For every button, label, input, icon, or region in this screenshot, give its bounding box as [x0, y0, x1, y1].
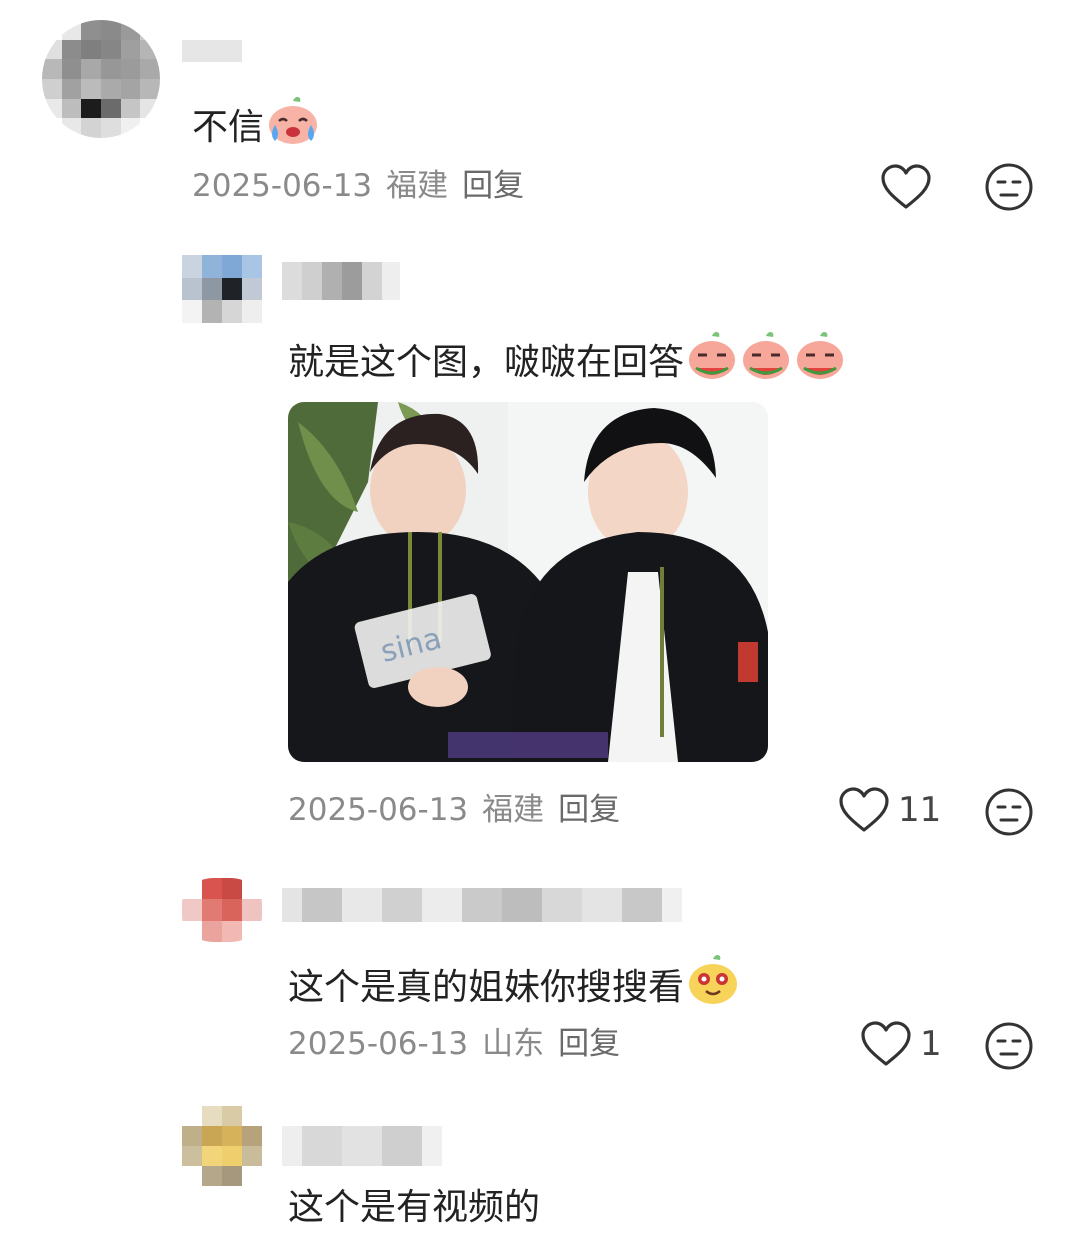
comment-meta: 2025-06-13 福建 回复 — [288, 790, 620, 830]
avatar-blurred[interactable] — [182, 255, 262, 323]
reply-button[interactable]: 回复 — [558, 1026, 620, 1062]
crying-peach-emoji — [266, 95, 320, 156]
comment-date: 2025-06-13 — [288, 792, 469, 828]
neutral-face-icon — [984, 1021, 1034, 1071]
username-blurred[interactable] — [182, 40, 242, 62]
like-count: 1 — [920, 1024, 942, 1064]
dislike-button[interactable] — [984, 162, 1034, 212]
like-count: 11 — [898, 790, 942, 830]
avatar-blurred[interactable] — [182, 878, 262, 942]
neutral-face-icon — [984, 162, 1034, 212]
heart-icon — [838, 786, 890, 834]
neutral-face-icon — [984, 787, 1034, 837]
like-button[interactable]: 11 — [838, 786, 941, 834]
comment-text: 不信 — [192, 95, 320, 156]
username-blurred[interactable] — [282, 262, 400, 300]
comment-text: 这个是有视频的 — [288, 1187, 541, 1228]
watermelon-peach-emoji — [740, 330, 792, 391]
comment-location: 福建 — [482, 792, 545, 828]
username-blurred[interactable] — [282, 1126, 442, 1166]
avatar-blurred[interactable] — [182, 1106, 262, 1186]
like-button[interactable] — [880, 163, 932, 211]
watermelon-peach-emoji — [794, 330, 846, 391]
reply-button[interactable]: 回复 — [558, 792, 620, 828]
heart-icon — [860, 1020, 912, 1068]
comment-location: 山东 — [482, 1026, 545, 1062]
avatar-blurred[interactable] — [42, 20, 160, 138]
comment-meta: 2025-06-13 福建 回复 — [192, 166, 524, 206]
comment-image[interactable]: sina — [288, 402, 768, 762]
heart-icon — [880, 163, 932, 211]
comment-date: 2025-06-13 — [192, 168, 373, 204]
watermelon-peach-emoji — [686, 330, 738, 391]
comment-text: 这个是真的姐妹你搜搜看 — [288, 953, 740, 1016]
comment-text: 就是这个图，啵啵在回答 — [288, 330, 846, 391]
comment-date: 2025-06-13 — [288, 1026, 469, 1062]
comment-location: 福建 — [386, 168, 449, 204]
dislike-button[interactable] — [984, 787, 1034, 837]
like-button[interactable]: 1 — [860, 1020, 942, 1068]
yellow-face-emoji — [686, 953, 740, 1016]
username-blurred[interactable] — [282, 888, 682, 922]
comment-meta: 2025-06-13 山东 回复 — [288, 1024, 620, 1064]
dislike-button[interactable] — [984, 1021, 1034, 1071]
reply-button[interactable]: 回复 — [462, 168, 524, 204]
